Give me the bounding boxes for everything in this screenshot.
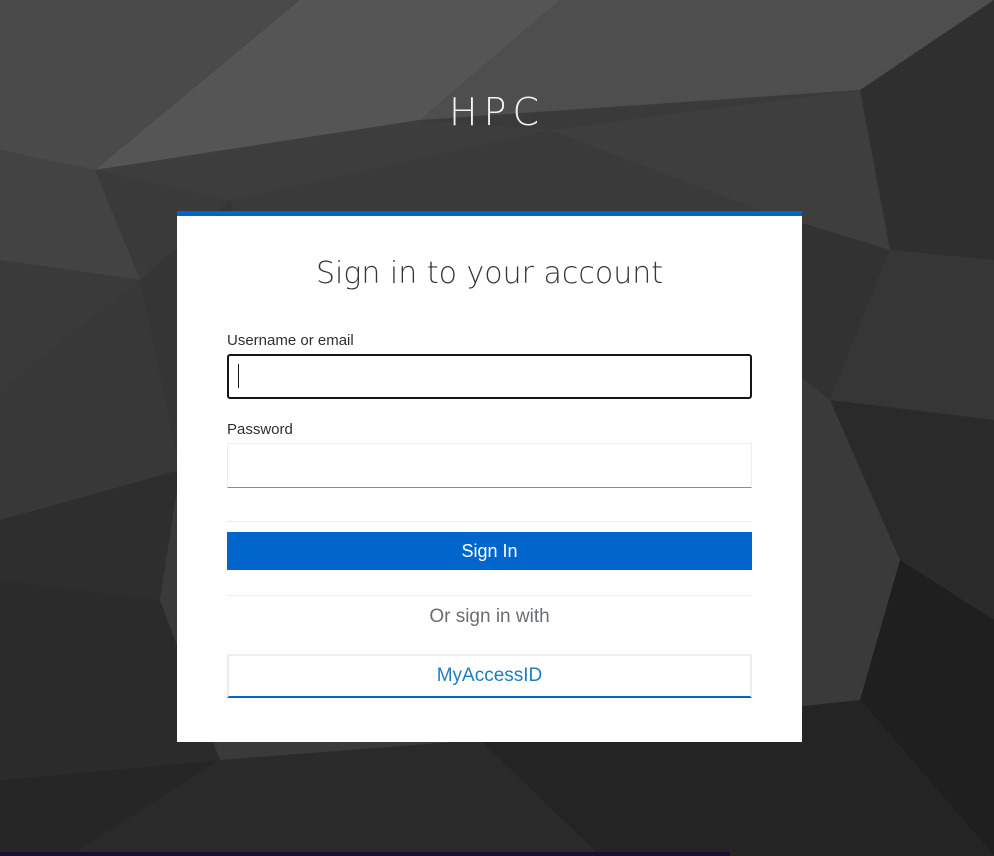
password-input[interactable]	[227, 443, 752, 488]
login-card: Sign in to your account Username or emai…	[177, 211, 802, 742]
bottom-bar	[0, 852, 730, 856]
divider	[227, 595, 752, 596]
sign-in-button[interactable]: Sign In	[227, 532, 752, 570]
password-label: Password	[227, 421, 293, 438]
realm-title: HPC	[448, 90, 546, 134]
text-cursor	[238, 364, 239, 388]
username-label: Username or email	[227, 332, 354, 349]
divider	[227, 521, 752, 522]
page-title: Sign in to your account	[316, 256, 663, 291]
myaccessid-login-button[interactable]: MyAccessID	[227, 654, 752, 698]
social-login-heading: Or sign in with	[429, 606, 550, 627]
login-page: HPC Sign in to your account Username or …	[0, 0, 994, 856]
username-input[interactable]	[227, 354, 752, 399]
